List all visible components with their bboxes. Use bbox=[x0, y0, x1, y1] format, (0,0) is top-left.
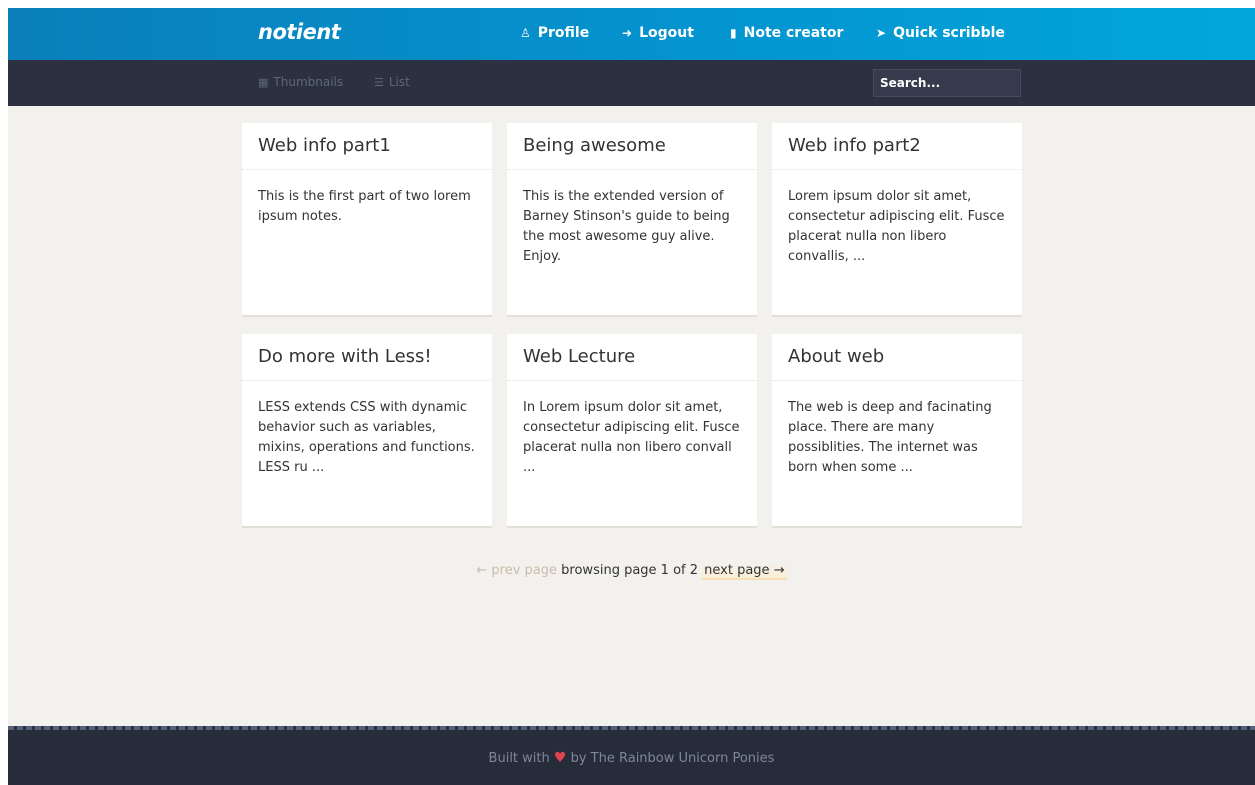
note-excerpt: This is the first part of two lorem ipsu… bbox=[258, 189, 471, 224]
note-excerpt: Lorem ipsum dolor sit amet, consectetur … bbox=[788, 189, 1005, 264]
view-toolbar: ▦ Thumbnails ☰ List bbox=[8, 60, 1255, 106]
footer-text-after: by The Rainbow Unicorn Ponies bbox=[570, 751, 775, 766]
rocket-icon: ➤ bbox=[876, 26, 887, 40]
note-card[interactable]: Being awesome This is the extended versi… bbox=[507, 123, 757, 317]
note-title: Web info part1 bbox=[242, 123, 492, 170]
note-card[interactable]: Web Lecture In Lorem ipsum dolor sit ame… bbox=[507, 334, 757, 528]
note-card[interactable]: About web The web is deep and facinating… bbox=[772, 334, 1022, 528]
quick-scribble-link[interactable]: ➤ Quick scribble bbox=[876, 25, 1005, 41]
pagination: ← prev page browsing page 1 of 2 next pa… bbox=[8, 563, 1255, 580]
profile-label: Profile bbox=[537, 25, 590, 41]
thumbnails-view-button[interactable]: ▦ Thumbnails bbox=[258, 75, 343, 89]
note-title: Web info part2 bbox=[772, 123, 1022, 170]
footer: Built with ♥ by The Rainbow Unicorn Poni… bbox=[8, 730, 1255, 785]
note-title: Being awesome bbox=[507, 123, 757, 170]
top-header: notient ♙ Profile ➜ Logout ▮ Note creator ➤… bbox=[8, 8, 1255, 60]
prev-page-link[interactable]: ← prev page bbox=[476, 563, 557, 578]
note-title: Do more with Less! bbox=[242, 334, 492, 381]
logout-link[interactable]: ➜ Logout bbox=[622, 25, 694, 41]
footer-text-before: Built with bbox=[488, 751, 550, 766]
note-title: Web Lecture bbox=[507, 334, 757, 381]
heart-icon: ♥ bbox=[553, 750, 567, 766]
logout-icon: ➜ bbox=[622, 26, 633, 40]
note-creator-link[interactable]: ▮ Note creator bbox=[730, 25, 843, 41]
note-excerpt: LESS extends CSS with dynamic behavior s… bbox=[258, 400, 475, 475]
user-icon: ♙ bbox=[520, 26, 531, 40]
next-page-link[interactable]: next page → bbox=[702, 563, 787, 580]
grid-icon: ▦ bbox=[258, 76, 269, 89]
profile-link[interactable]: ♙ Profile bbox=[520, 25, 589, 41]
thumbnails-label: Thumbnails bbox=[273, 75, 344, 89]
note-excerpt: The web is deep and facinating place. Th… bbox=[788, 400, 992, 475]
note-title: About web bbox=[772, 334, 1022, 381]
list-view-button[interactable]: ☰ List bbox=[374, 75, 410, 89]
note-excerpt: This is the extended version of Barney S… bbox=[523, 189, 730, 264]
page-status: browsing page 1 of 2 bbox=[561, 563, 699, 578]
list-label: List bbox=[388, 75, 410, 89]
app-frame: notient ♙ Profile ➜ Logout ▮ Note creator ➤… bbox=[8, 8, 1255, 785]
quick-scribble-label: Quick scribble bbox=[893, 25, 1005, 41]
list-icon: ☰ bbox=[374, 76, 384, 89]
brand-logo[interactable]: notient bbox=[258, 20, 341, 44]
note-creator-label: Note creator bbox=[743, 25, 844, 41]
note-card[interactable]: Web info part2 Lorem ipsum dolor sit ame… bbox=[772, 123, 1022, 317]
note-card[interactable]: Web info part1 This is the first part of… bbox=[242, 123, 492, 317]
search-input[interactable] bbox=[873, 69, 1021, 97]
note-excerpt: In Lorem ipsum dolor sit amet, consectet… bbox=[523, 400, 740, 475]
note-card[interactable]: Do more with Less! LESS extends CSS with… bbox=[242, 334, 492, 528]
document-icon: ▮ bbox=[730, 26, 737, 40]
footer-credit: Built with ♥ by The Rainbow Unicorn Poni… bbox=[8, 750, 1255, 766]
logout-label: Logout bbox=[639, 25, 694, 41]
